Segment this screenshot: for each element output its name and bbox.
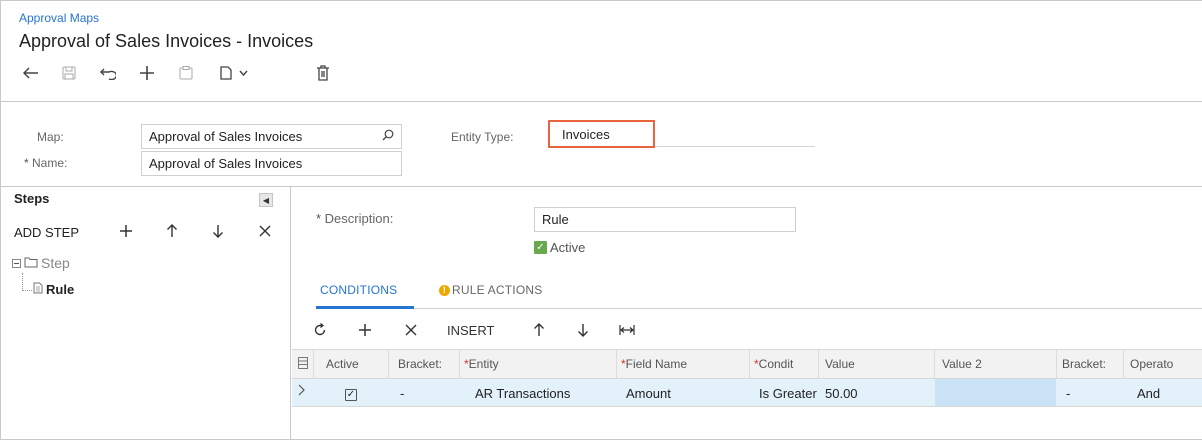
add-step-icon[interactable] (115, 220, 137, 242)
column-header-field-name[interactable]: *Field Name (621, 357, 741, 371)
tree-step-label: Step (41, 255, 70, 271)
tree-connector-h (22, 290, 32, 291)
column-separator (818, 350, 819, 380)
delete-step-icon[interactable] (254, 220, 276, 242)
column-header-bracket-open[interactable]: Bracket: (398, 357, 458, 371)
name-label: Name: (32, 156, 68, 170)
add-icon[interactable] (136, 62, 158, 84)
column-header-field-name-label: Field Name (625, 357, 688, 371)
tab-rule-actions-label: RULE ACTIONS (452, 283, 543, 297)
save-icon[interactable] (58, 62, 80, 84)
grid-header: Active Bracket: *Entity *Field Name *Con… (292, 349, 1202, 380)
fit-columns-icon[interactable] (617, 319, 637, 341)
description-label-wrap: * Description: (316, 211, 393, 226)
cell-bracket-close[interactable]: - (1066, 386, 1070, 401)
column-header-operator[interactable]: Operato (1130, 357, 1200, 371)
tree-rule-label: Rule (46, 282, 75, 297)
row-expand-chevron-icon[interactable] (298, 384, 305, 399)
column-separator (934, 350, 935, 380)
toolbar-divider (0, 101, 1202, 102)
column-separator (1123, 350, 1124, 380)
entity-type-label: Entity Type: (451, 130, 514, 144)
tree-node-rule[interactable]: Rule (33, 282, 74, 297)
cell-condition[interactable]: Is Greater (759, 386, 817, 401)
search-icon[interactable] (382, 129, 394, 144)
column-separator (616, 350, 617, 380)
name-label-wrap: * Name: (24, 156, 67, 170)
rule-pane: * Description: Rule ✓ Active CONDITIONS … (292, 187, 1202, 440)
name-value: Approval of Sales Invoices (149, 156, 303, 171)
table-row[interactable]: ✓ - AR Transactions Amount Is Greater 50… (292, 379, 1202, 407)
delete-icon[interactable] (312, 62, 334, 84)
column-header-active[interactable]: Active (326, 357, 376, 371)
tree-node-step[interactable]: Step (12, 255, 70, 271)
tabs-underline (316, 308, 1202, 309)
column-header-entity-label: Entity (468, 357, 499, 371)
add-row-icon[interactable] (355, 319, 375, 341)
cell-entity[interactable]: AR Transactions (475, 386, 570, 401)
undo-icon[interactable] (97, 62, 119, 84)
cell-operator[interactable]: And (1137, 386, 1160, 401)
column-header-condition-label: Condit (758, 357, 794, 371)
cell-bracket-open[interactable]: - (400, 386, 404, 401)
page-title: Approval of Sales Invoices - Invoices (19, 31, 314, 51)
column-settings-icon[interactable] (298, 357, 308, 372)
collapse-pane-icon[interactable]: ◀ (259, 193, 273, 207)
active-checkbox[interactable]: ✓ Active (534, 240, 585, 255)
paste-icon[interactable] (216, 62, 252, 84)
column-header-bracket-close[interactable]: Bracket: (1062, 357, 1122, 371)
delete-row-icon[interactable] (401, 319, 421, 341)
move-up-icon[interactable] (161, 220, 183, 242)
cell-value[interactable]: 50.00 (825, 386, 858, 401)
tab-rule-actions[interactable]: ! RULE ACTIONS (439, 283, 542, 297)
required-marker: * (316, 211, 325, 226)
column-header-value[interactable]: Value (825, 357, 925, 371)
required-marker: * (24, 156, 33, 170)
entity-type-underline (655, 146, 815, 147)
entity-type-value: Invoices (562, 126, 610, 142)
column-header-condition[interactable]: *Condit (754, 357, 814, 371)
description-label: Description: (324, 211, 394, 226)
column-header-value2[interactable]: Value 2 (942, 357, 1042, 371)
active-tab-indicator (316, 306, 414, 309)
column-separator (749, 350, 750, 380)
column-separator (388, 350, 389, 380)
column-header-entity[interactable]: *Entity (464, 357, 604, 371)
back-arrow-icon[interactable] (20, 62, 42, 84)
column-separator (1056, 350, 1057, 380)
folder-icon (24, 255, 38, 271)
column-separator (313, 350, 314, 380)
row-up-icon[interactable] (529, 319, 549, 341)
name-field[interactable]: Approval of Sales Invoices (141, 151, 402, 176)
steps-pane: Steps ◀ ADD STEP Step Rule (0, 187, 291, 440)
row-down-icon[interactable] (573, 319, 593, 341)
map-value: Approval of Sales Invoices (149, 129, 303, 144)
map-label: Map: (37, 130, 64, 144)
cell-active-checkbox[interactable]: ✓ (345, 385, 357, 401)
active-label: Active (550, 240, 586, 255)
warning-icon: ! (439, 285, 450, 297)
cell-field-name[interactable]: Amount (626, 386, 671, 401)
move-down-icon[interactable] (207, 220, 229, 242)
column-separator (459, 350, 460, 380)
add-step-button[interactable]: ADD STEP (14, 225, 79, 240)
copy-icon[interactable] (175, 62, 197, 84)
insert-button[interactable]: INSERT (447, 319, 494, 341)
document-icon (33, 282, 43, 297)
checkbox-checked-icon[interactable]: ✓ (534, 241, 547, 254)
description-value: Rule (542, 212, 569, 227)
breadcrumb[interactable]: Approval Maps (19, 11, 99, 25)
steps-title: Steps (14, 191, 50, 206)
description-field[interactable]: Rule (534, 207, 796, 232)
entity-type-field[interactable]: Invoices (548, 120, 655, 148)
cell-value2[interactable] (935, 379, 1056, 406)
tree-connector (22, 273, 23, 291)
collapse-toggle-icon[interactable] (12, 255, 21, 271)
checkbox-checked-icon[interactable]: ✓ (345, 389, 357, 401)
tab-conditions[interactable]: CONDITIONS (320, 283, 397, 297)
map-field[interactable]: Approval of Sales Invoices (141, 124, 402, 149)
refresh-icon[interactable] (310, 319, 330, 341)
